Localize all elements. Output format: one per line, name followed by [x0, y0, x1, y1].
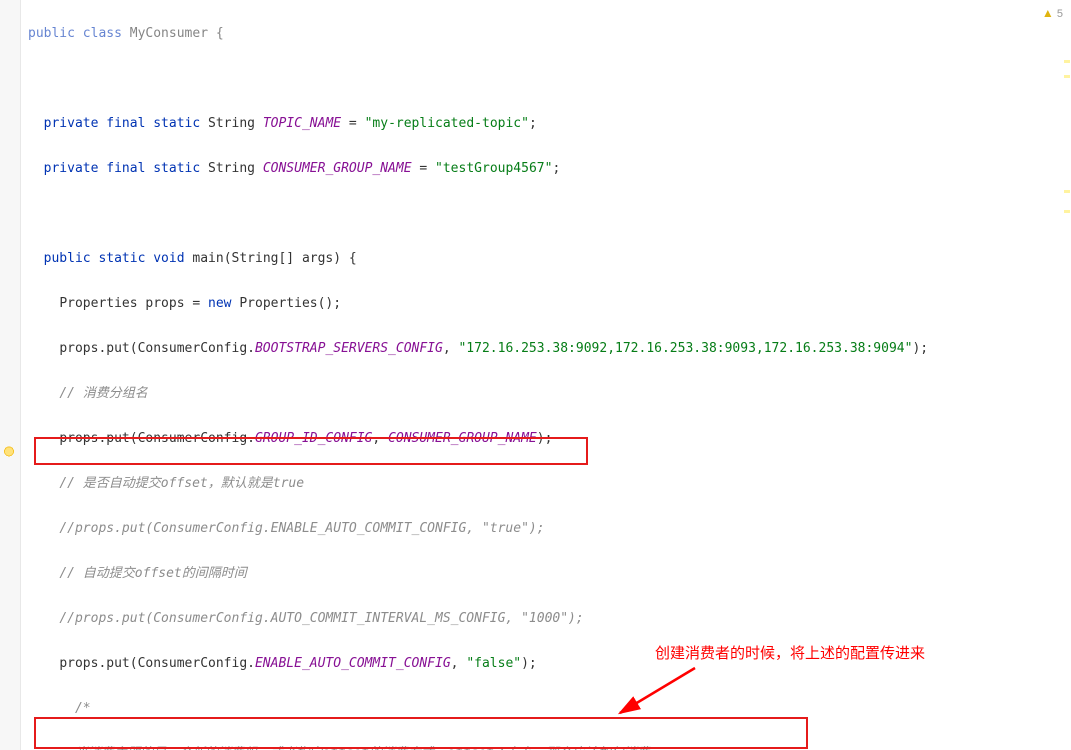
code-line[interactable]	[20, 203, 1071, 226]
scrollbar-marker	[1064, 75, 1070, 78]
code-line[interactable]: /*	[20, 698, 1071, 721]
code-line[interactable]: props.put(ConsumerConfig.GROUP_ID_CONFIG…	[20, 428, 1071, 451]
scrollbar-marker	[1064, 60, 1070, 63]
code-area[interactable]: public class MyConsumer { private final …	[20, 0, 1071, 750]
code-line[interactable]: props.put(ConsumerConfig.BOOTSTRAP_SERVE…	[20, 338, 1071, 361]
code-line[interactable]	[20, 68, 1071, 91]
code-line[interactable]: //props.put(ConsumerConfig.ENABLE_AUTO_C…	[20, 518, 1071, 541]
code-line[interactable]: private final static String TOPIC_NAME =…	[20, 113, 1071, 136]
code-line[interactable]: // 自动提交offset的间隔时间	[20, 563, 1071, 586]
editor-gutter	[0, 0, 21, 750]
code-line[interactable]: Properties props = new Properties();	[20, 293, 1071, 316]
code-line[interactable]: private final static String CONSUMER_GRO…	[20, 158, 1071, 181]
code-line[interactable]: // 消费分组名	[20, 383, 1071, 406]
code-line[interactable]: public class MyConsumer {	[20, 23, 1071, 46]
code-line[interactable]: public static void main(String[] args) {	[20, 248, 1071, 271]
scrollbar-marker	[1064, 190, 1070, 193]
intention-bulb-icon[interactable]	[3, 446, 15, 458]
code-line[interactable]: // 是否自动提交offset，默认就是true	[20, 473, 1071, 496]
code-line[interactable]: 当消费主题的是一个新的消费组，或者指定offset的消费方式，offset不存在…	[20, 743, 1071, 750]
code-line[interactable]: props.put(ConsumerConfig.ENABLE_AUTO_COM…	[20, 653, 1071, 676]
code-editor[interactable]: ▲ 5 public class MyConsumer { private fi…	[0, 0, 1071, 750]
scrollbar-marker	[1064, 210, 1070, 213]
code-line[interactable]: //props.put(ConsumerConfig.AUTO_COMMIT_I…	[20, 608, 1071, 631]
